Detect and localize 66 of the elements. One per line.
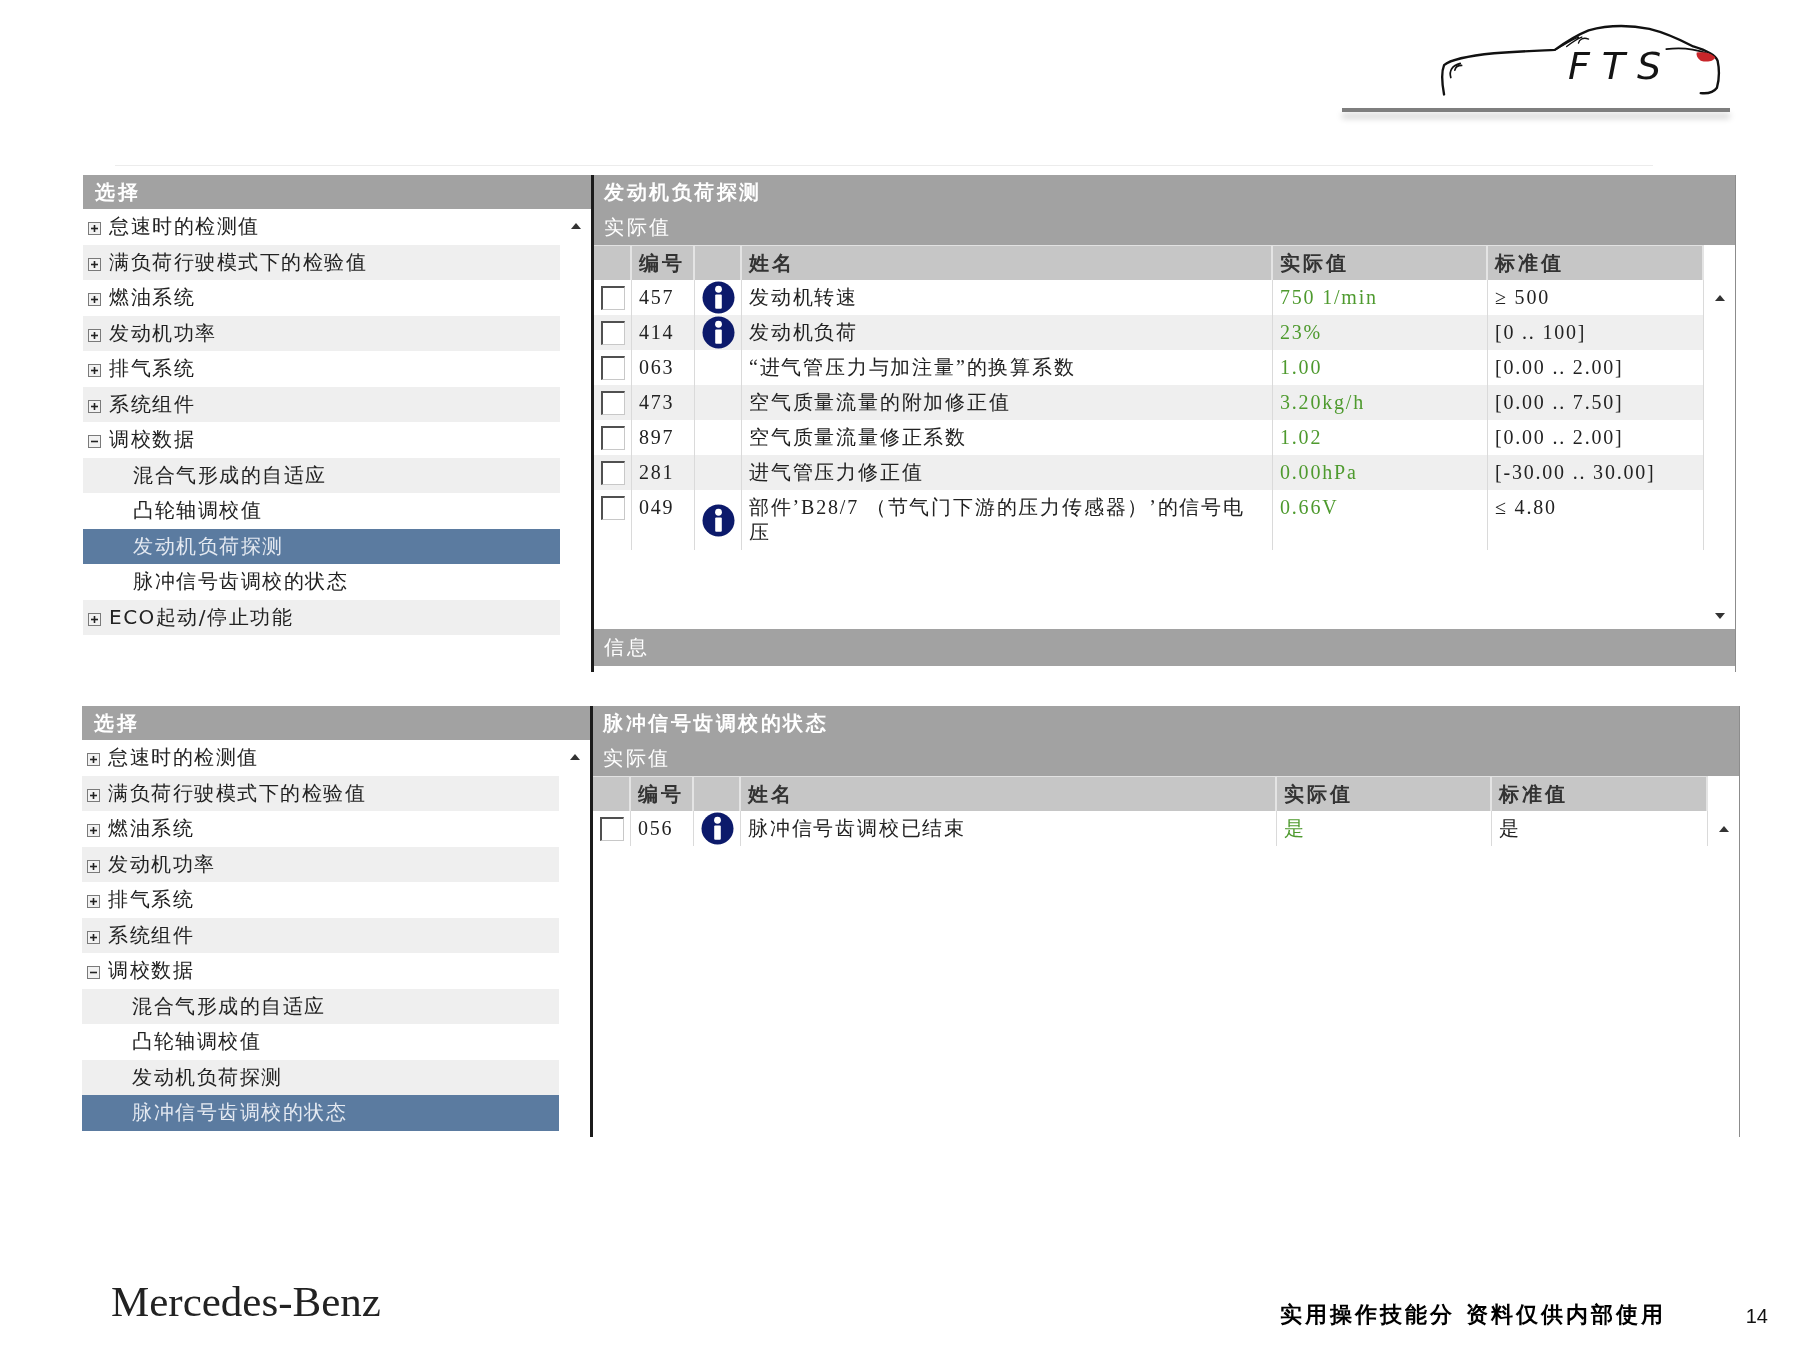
- table-cell: 056: [631, 811, 694, 846]
- scroll-up-arrow-icon[interactable]: [1714, 295, 1725, 301]
- checkbox[interactable]: [601, 286, 625, 310]
- minus-box-icon[interactable]: [87, 966, 100, 980]
- table-cell: ≤ 4.80: [1488, 490, 1704, 550]
- checkbox[interactable]: [600, 817, 624, 841]
- table-row[interactable]: 281 进气管压力修正值 0.00hPa [-30.00 .. 30.00]: [594, 455, 1704, 490]
- tree-item[interactable]: ECO起动/停止功能: [83, 599, 560, 635]
- pane-title: 选择: [82, 706, 590, 740]
- info-icon[interactable]: [701, 316, 735, 349]
- checkbox[interactable]: [601, 426, 625, 450]
- tree-item[interactable]: 满负荷行驶模式下的检验值: [83, 244, 560, 280]
- info-bar: 信息: [594, 629, 1735, 666]
- table-cell: 是: [1277, 811, 1492, 846]
- tree-item[interactable]: 混合气形成的自适应: [82, 988, 559, 1024]
- info-icon[interactable]: [700, 812, 734, 845]
- plus-box-icon[interactable]: [87, 930, 100, 944]
- car-logo: FTS: [1440, 22, 1722, 98]
- tree-item[interactable]: 系统组件: [83, 386, 560, 422]
- section-title: 实际值: [593, 740, 1739, 776]
- tree-item[interactable]: 发动机负荷探测: [82, 1059, 559, 1095]
- info-icon[interactable]: [701, 503, 735, 537]
- table-cell: 是: [1492, 811, 1708, 846]
- plus-box-icon[interactable]: [88, 222, 101, 236]
- plus-box-icon[interactable]: [87, 788, 100, 802]
- info-icon[interactable]: [701, 281, 735, 314]
- plus-box-icon[interactable]: [88, 612, 101, 626]
- tree-item[interactable]: 系统组件: [82, 917, 559, 953]
- scroll-up-arrow-icon[interactable]: [570, 223, 581, 229]
- plus-box-icon[interactable]: [88, 293, 101, 307]
- section-title: 实际值: [594, 209, 1735, 245]
- scroll-down-arrow-icon[interactable]: [1714, 613, 1725, 619]
- table-cell: 049: [632, 490, 695, 550]
- plus-box-icon[interactable]: [87, 753, 100, 767]
- pane-title: 脉冲信号齿调校的状态: [593, 706, 1739, 740]
- table-row[interactable]: 473 空气质量流量的附加修正值 3.20kg/h [0.00 .. 7.50]: [594, 385, 1704, 420]
- checkbox[interactable]: [601, 461, 625, 485]
- table-row[interactable]: 414 发动机负荷 23% [0 .. 100]: [594, 315, 1704, 350]
- pane-title: 选择: [83, 175, 591, 209]
- table-cell: 脉冲信号齿调校已结束: [741, 811, 1277, 846]
- plus-box-icon[interactable]: [88, 257, 101, 271]
- footer-note: 实用操作技能分 资料仅供内部使用: [1280, 1301, 1666, 1329]
- tree-item[interactable]: 混合气形成的自适应: [83, 457, 560, 493]
- scroll-up-arrow-icon[interactable]: [569, 754, 580, 760]
- plus-box-icon[interactable]: [87, 859, 100, 873]
- checkbox[interactable]: [601, 391, 625, 415]
- minus-box-icon[interactable]: [88, 435, 101, 449]
- tree-item[interactable]: 脉冲信号齿调校的状态: [82, 1095, 559, 1131]
- plus-box-icon[interactable]: [88, 364, 101, 378]
- brand-name: Mercedes-Benz: [111, 1277, 381, 1326]
- tree-item[interactable]: 发动机负荷探测: [83, 528, 560, 564]
- tree-item[interactable]: 发动机功率: [82, 846, 559, 882]
- plus-box-icon[interactable]: [88, 328, 101, 342]
- pane-title: 发动机负荷探测: [594, 175, 1735, 209]
- tree-item[interactable]: 发动机功率: [83, 315, 560, 351]
- plus-box-icon[interactable]: [87, 895, 100, 909]
- checkbox[interactable]: [601, 496, 625, 520]
- checkbox[interactable]: [601, 356, 625, 380]
- plus-box-icon[interactable]: [87, 824, 100, 838]
- tree-item[interactable]: 满负荷行驶模式下的检验值: [82, 775, 559, 811]
- table-cell: 部件’B28/7 （节气门下游的压力传感器）’的信号电压: [742, 490, 1273, 550]
- scroll-up-arrow-icon[interactable]: [1718, 826, 1729, 832]
- plus-box-icon[interactable]: [88, 399, 101, 413]
- checkbox[interactable]: [601, 321, 625, 345]
- table-cell: 0.66V: [1273, 490, 1488, 550]
- page-number: 14: [1745, 1305, 1768, 1328]
